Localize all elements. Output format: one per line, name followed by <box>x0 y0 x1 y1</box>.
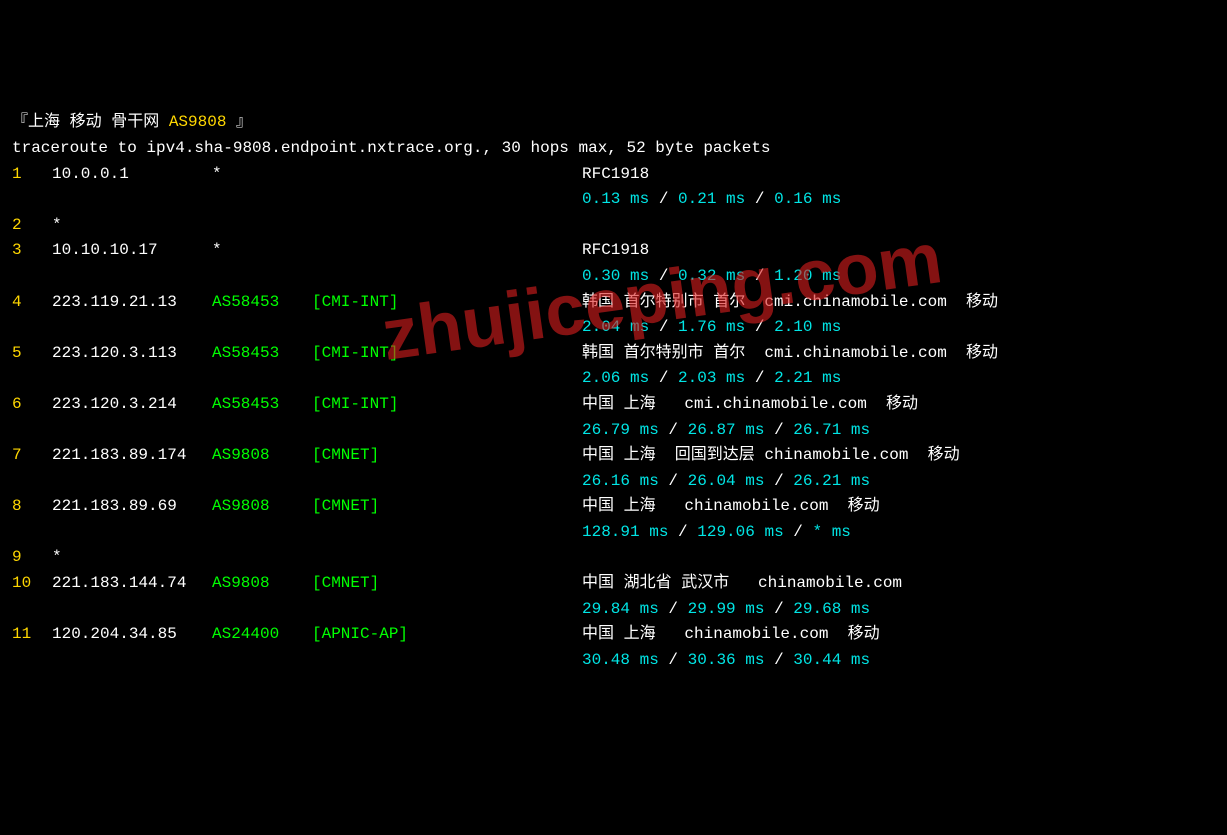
hop-asn: AS58453 <box>212 290 312 316</box>
hop-latency: 29.84 ms <box>582 600 659 618</box>
hop-latency: 30.36 ms <box>688 651 765 669</box>
hop-network-tag: [APNIC-AP] <box>312 622 452 648</box>
hop-latency: 0.21 ms <box>678 190 745 208</box>
hop-latency: 29.99 ms <box>688 600 765 618</box>
hop-latency: 30.48 ms <box>582 651 659 669</box>
hop-asn: AS9808 <box>212 571 312 597</box>
hop-number: 9 <box>12 545 52 571</box>
hop-latency-row: 26.79 ms / 26.87 ms / 26.71 ms <box>12 418 1215 444</box>
hop-latency: 0.13 ms <box>582 190 649 208</box>
hop-ip: 221.183.89.69 <box>52 494 212 520</box>
hop-network-tag: [CMI-INT] <box>312 392 452 418</box>
hop-location: 中国 上海 回国到达层 chinamobile.com 移动 <box>582 446 960 464</box>
hop-latency: 2.21 ms <box>774 369 841 387</box>
hop-latency-row: 0.13 ms / 0.21 ms / 0.16 ms <box>12 187 1215 213</box>
trace-title: 『上海 移动 骨干网 AS9808 』 <box>12 110 1215 136</box>
hop-asn: AS9808 <box>212 494 312 520</box>
hop-number: 11 <box>12 622 52 648</box>
hop-latency-row: 128.91 ms / 129.06 ms / * ms <box>12 520 1215 546</box>
hop-row: 10221.183.144.74AS9808[CMNET] 中国 湖北省 武汉市 … <box>12 571 1215 597</box>
hop-ip: 223.120.3.113 <box>52 341 212 367</box>
hop-network-tag: [CMNET] <box>312 571 452 597</box>
hop-ip: 120.204.34.85 <box>52 622 212 648</box>
hop-info: RFC1918 <box>582 241 649 259</box>
hop-ip: 221.183.144.74 <box>52 571 212 597</box>
hop-latency: 26.04 ms <box>688 472 765 490</box>
hop-latency: 30.44 ms <box>793 651 870 669</box>
hop-ip: * <box>52 545 212 571</box>
hop-latency: 0.16 ms <box>774 190 841 208</box>
hop-number: 2 <box>12 213 52 239</box>
hop-ip: 10.10.10.17 <box>52 238 212 264</box>
hop-star: * <box>212 165 222 183</box>
hop-location: 中国 上海 cmi.chinamobile.com 移动 <box>582 395 918 413</box>
hop-latency: 26.16 ms <box>582 472 659 490</box>
hop-number: 6 <box>12 392 52 418</box>
hop-network-tag: [CMNET] <box>312 443 452 469</box>
hop-latency: 2.10 ms <box>774 318 841 336</box>
hop-number: 10 <box>12 571 52 597</box>
hop-info: RFC1918 <box>582 165 649 183</box>
hop-latency-row: 26.16 ms / 26.04 ms / 26.21 ms <box>12 469 1215 495</box>
hop-latency: 0.32 ms <box>678 267 745 285</box>
hop-location: 中国 湖北省 武汉市 chinamobile.com <box>582 574 902 592</box>
hop-number: 1 <box>12 162 52 188</box>
hop-star: * <box>212 241 222 259</box>
hop-latency: 29.68 ms <box>793 600 870 618</box>
hop-asn: AS58453 <box>212 341 312 367</box>
hop-asn: AS58453 <box>212 392 312 418</box>
hop-latency: 1.76 ms <box>678 318 745 336</box>
hop-latency: 0.30 ms <box>582 267 649 285</box>
hop-number: 4 <box>12 290 52 316</box>
hop-row: 7221.183.89.174AS9808[CMNET] 中国 上海 回国到达层 … <box>12 443 1215 469</box>
hop-row: 8221.183.89.69AS9808[CMNET] 中国 上海 chinamo… <box>12 494 1215 520</box>
hop-network-tag: [CMNET] <box>312 494 452 520</box>
hop-location: 韩国 首尔特别市 首尔 cmi.chinamobile.com 移动 <box>582 344 998 362</box>
hop-network-tag: [CMI-INT] <box>312 341 452 367</box>
hop-ip: 223.120.3.214 <box>52 392 212 418</box>
hop-row: 110.0.0.1* RFC1918 <box>12 162 1215 188</box>
hop-row: 9* <box>12 545 1215 571</box>
hop-row: 6223.120.3.214AS58453[CMI-INT] 中国 上海 cmi.… <box>12 392 1215 418</box>
hop-latency: 26.21 ms <box>793 472 870 490</box>
trace-command: traceroute to ipv4.sha-9808.endpoint.nxt… <box>12 136 1215 162</box>
hop-number: 7 <box>12 443 52 469</box>
hop-latency-row: 2.06 ms / 2.03 ms / 2.21 ms <box>12 366 1215 392</box>
hop-ip: 221.183.89.174 <box>52 443 212 469</box>
hop-location: 韩国 首尔特别市 首尔 cmi.chinamobile.com 移动 <box>582 293 998 311</box>
hop-latency-row: 29.84 ms / 29.99 ms / 29.68 ms <box>12 597 1215 623</box>
hop-network-tag: [CMI-INT] <box>312 290 452 316</box>
hop-latency: 26.87 ms <box>688 421 765 439</box>
hop-latency: 128.91 ms <box>582 523 668 541</box>
hop-asn: AS9808 <box>212 443 312 469</box>
hop-ip: 223.119.21.13 <box>52 290 212 316</box>
hop-latency-row: 30.48 ms / 30.36 ms / 30.44 ms <box>12 648 1215 674</box>
hop-location: 中国 上海 chinamobile.com 移动 <box>582 625 880 643</box>
hop-number: 5 <box>12 341 52 367</box>
hop-latency: 26.71 ms <box>793 421 870 439</box>
terminal-output: 『上海 移动 骨干网 AS9808 』traceroute to ipv4.sh… <box>12 110 1215 673</box>
hop-row: 5223.120.3.113AS58453[CMI-INT] 韩国 首尔特别市 首… <box>12 341 1215 367</box>
hop-asn: AS24400 <box>212 622 312 648</box>
hop-ip: * <box>52 213 212 239</box>
hop-ip: 10.0.0.1 <box>52 162 212 188</box>
hop-number: 3 <box>12 238 52 264</box>
hop-latency: 2.04 ms <box>582 318 649 336</box>
hop-row: 2* <box>12 213 1215 239</box>
hop-row: 11120.204.34.85AS24400[APNIC-AP] 中国 上海 ch… <box>12 622 1215 648</box>
hop-latency: * ms <box>813 523 851 541</box>
hop-latency: 129.06 ms <box>697 523 783 541</box>
hop-latency: 2.06 ms <box>582 369 649 387</box>
hop-latency-row: 0.30 ms / 0.32 ms / 1.20 ms <box>12 264 1215 290</box>
hop-location: 中国 上海 chinamobile.com 移动 <box>582 497 880 515</box>
hop-number: 8 <box>12 494 52 520</box>
hop-row: 310.10.10.17* RFC1918 <box>12 238 1215 264</box>
hop-latency: 2.03 ms <box>678 369 745 387</box>
hop-latency: 26.79 ms <box>582 421 659 439</box>
hop-latency: 1.20 ms <box>774 267 841 285</box>
hop-row: 4223.119.21.13AS58453[CMI-INT] 韩国 首尔特别市 首… <box>12 290 1215 316</box>
hop-latency-row: 2.04 ms / 1.76 ms / 2.10 ms <box>12 315 1215 341</box>
